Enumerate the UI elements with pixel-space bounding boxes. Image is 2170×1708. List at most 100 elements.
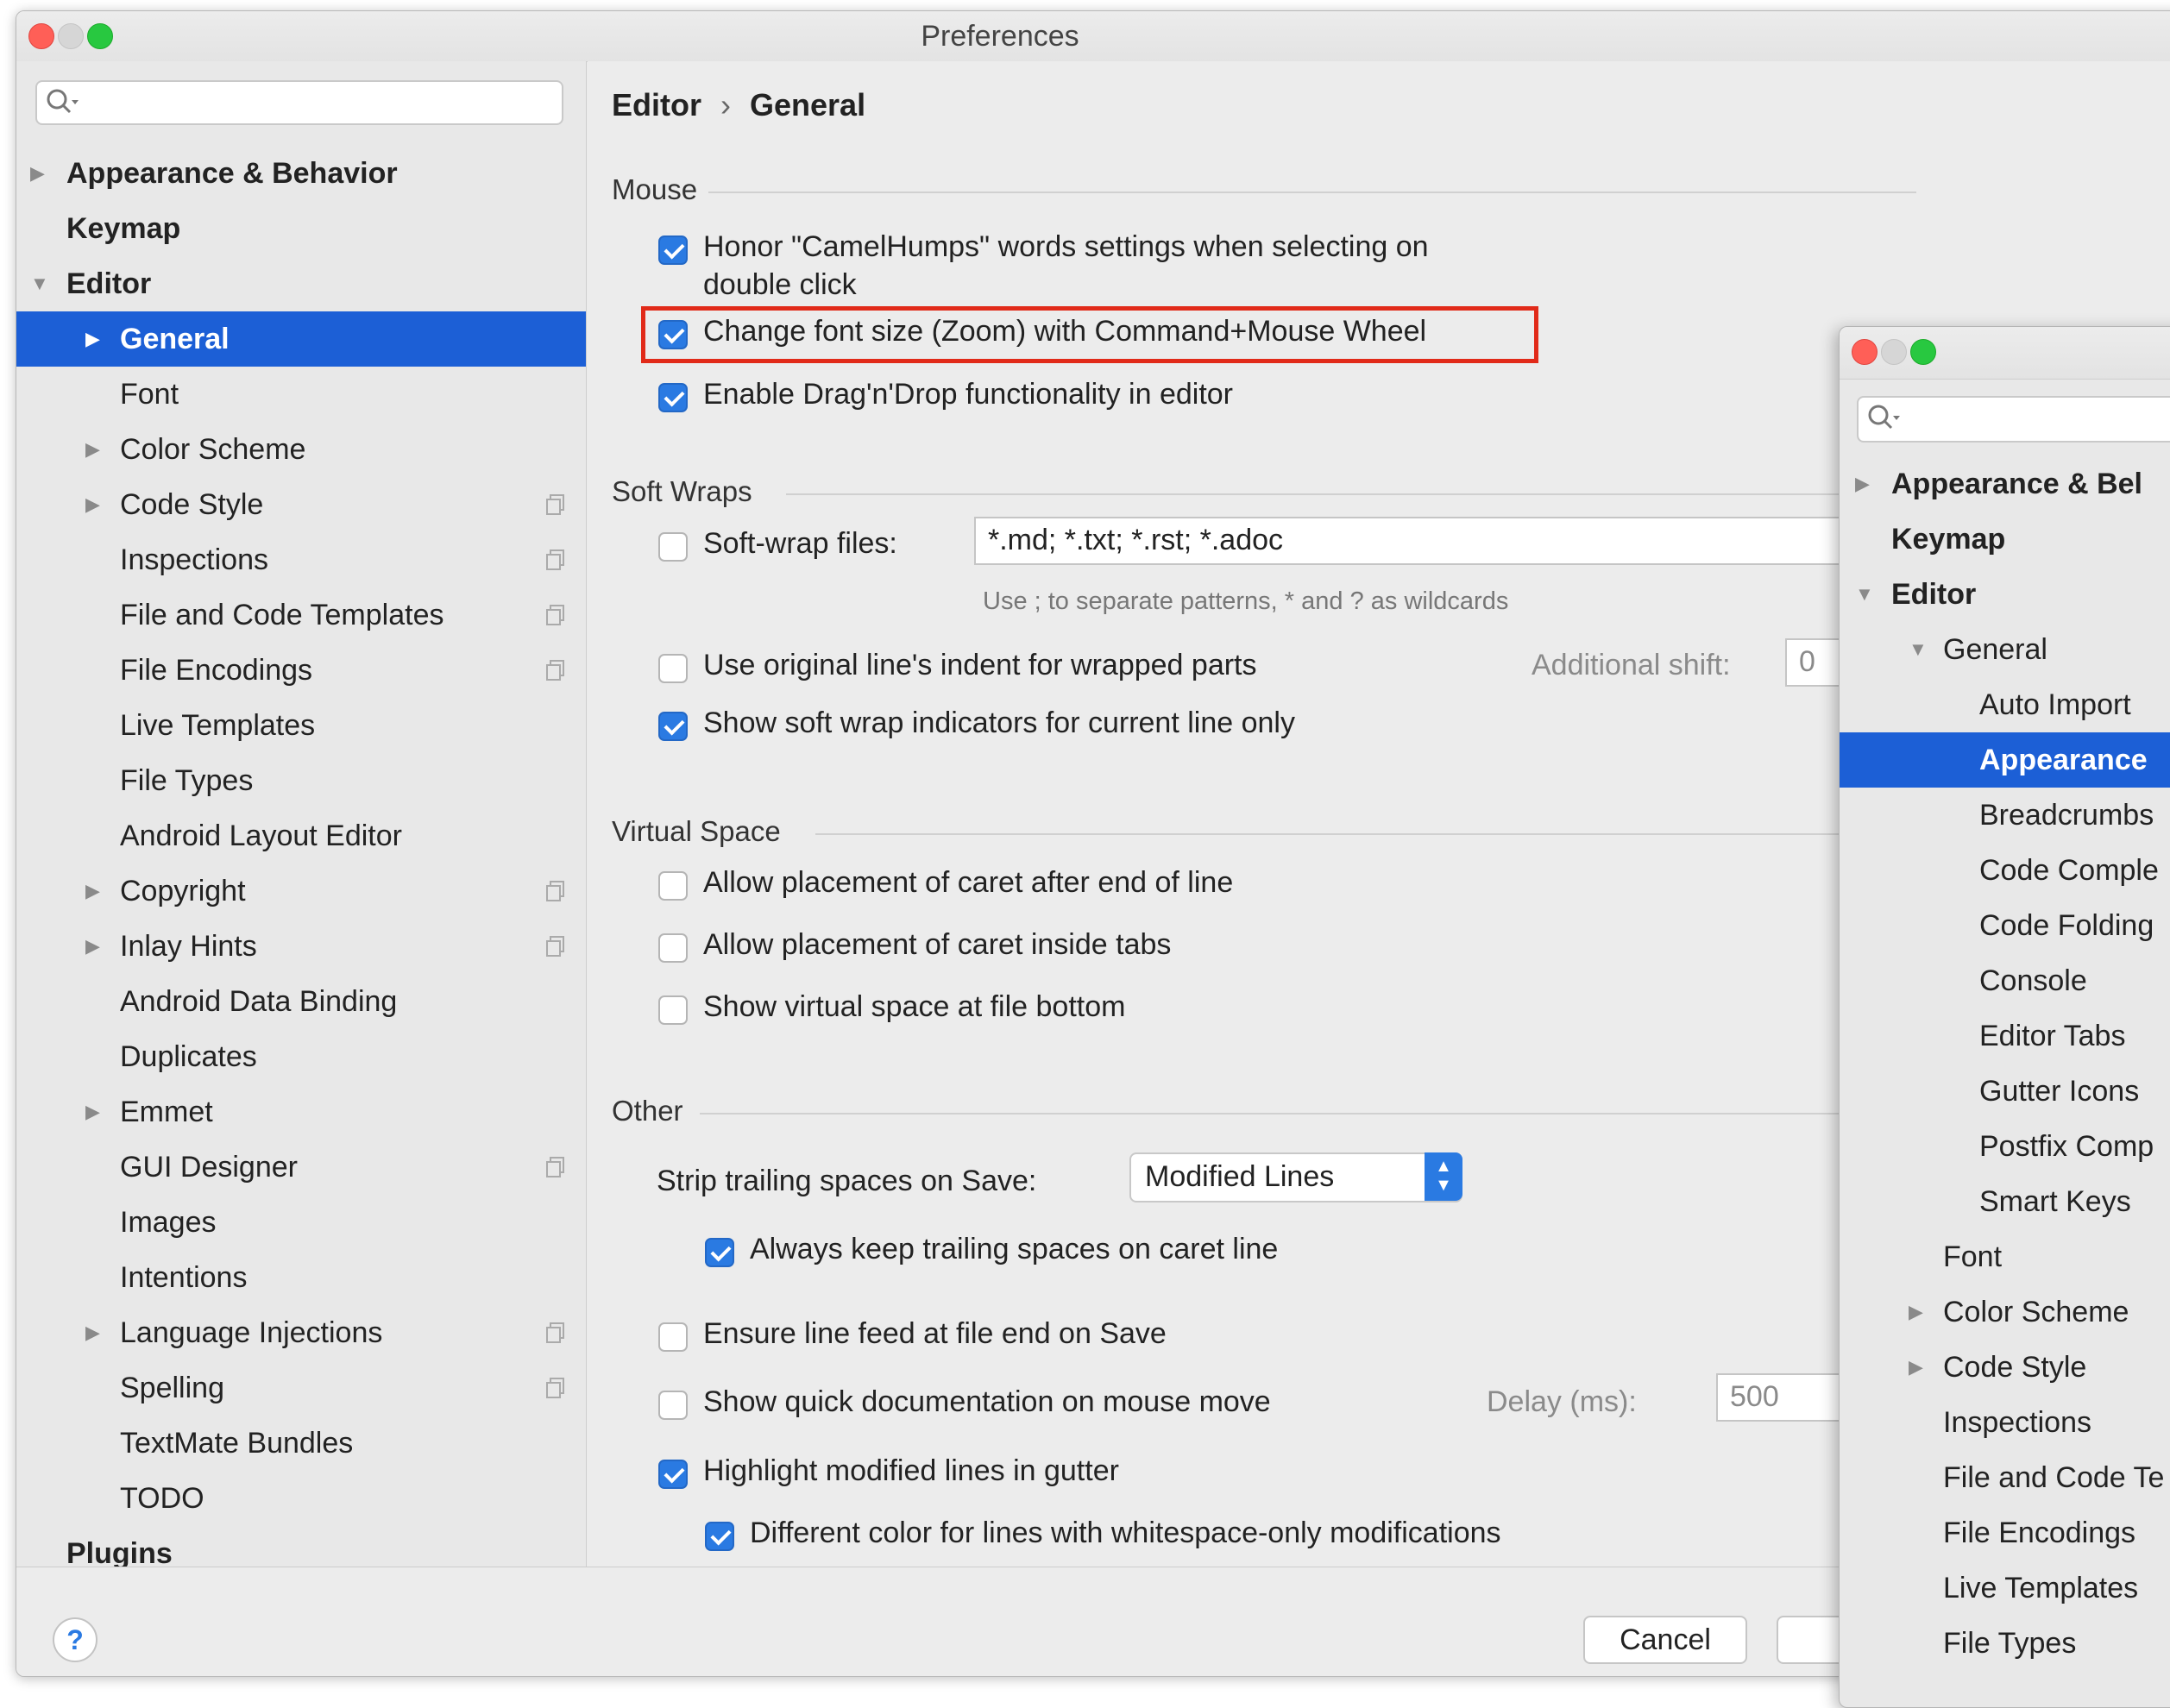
virtual-space-bottom-checkbox[interactable] — [658, 995, 688, 1025]
tree-item-file-code-templates[interactable]: File and Code Te — [1840, 1450, 2170, 1505]
cancel-button[interactable]: Cancel — [1583, 1616, 1747, 1664]
tree-item-font[interactable]: Font — [1840, 1229, 2170, 1284]
line-feed-checkbox[interactable] — [658, 1322, 688, 1352]
tree-item-file-types[interactable]: File Types — [16, 753, 586, 808]
tree-item-editor-tabs[interactable]: Editor Tabs — [1840, 1008, 2170, 1064]
search-icon — [47, 89, 79, 114]
caret-inside-tabs-checkbox[interactable] — [658, 933, 688, 963]
expand-arrow-icon[interactable]: ▶ — [85, 863, 100, 919]
expand-arrow-icon[interactable]: ▶ — [85, 477, 100, 532]
tree-item-todo[interactable]: TODO — [16, 1471, 586, 1526]
tree-item-spelling[interactable]: Spelling — [16, 1360, 586, 1416]
tree-item-live-templates[interactable]: Live Templates — [16, 698, 586, 753]
zoom-window-button[interactable] — [1910, 339, 1936, 365]
tree-item-postfix-completion[interactable]: Postfix Comp — [1840, 1119, 2170, 1174]
expand-arrow-icon[interactable]: ▶ — [85, 1084, 100, 1140]
select-stepper-icon[interactable]: ▲ ▼ — [1425, 1152, 1462, 1201]
tree-item-code-style[interactable]: ▶ Code Style — [1840, 1340, 2170, 1395]
collapse-arrow-icon[interactable]: ▼ — [1855, 567, 1874, 622]
tree-item-label: Console — [1979, 964, 2087, 997]
tree-item-inlay-hints[interactable]: ▶ Inlay Hints — [16, 919, 586, 974]
expand-arrow-icon[interactable]: ▶ — [85, 1305, 100, 1360]
quick-doc-checkbox[interactable] — [658, 1391, 688, 1420]
highlight-modified-checkbox[interactable] — [658, 1460, 688, 1489]
tree-item-font[interactable]: Font — [16, 367, 586, 422]
caret-after-eol-checkbox[interactable] — [658, 871, 688, 901]
dragdrop-checkbox[interactable] — [658, 383, 688, 412]
expand-arrow-icon[interactable]: ▶ — [1909, 1284, 1923, 1340]
tree-item-intentions[interactable]: Intentions — [16, 1250, 586, 1305]
original-indent-checkbox[interactable] — [658, 654, 688, 683]
tree-item-auto-import[interactable]: Auto Import — [1840, 677, 2170, 732]
tree-item-editor[interactable]: ▼ Editor — [1840, 567, 2170, 622]
tree-item-code-completion[interactable]: Code Comple — [1840, 843, 2170, 898]
tree-item-label: Live Templates — [1943, 1572, 2139, 1604]
tree-item-smart-keys[interactable]: Smart Keys — [1840, 1174, 2170, 1229]
softwrap-patterns-input[interactable]: *.md; *.txt; *.rst; *.adoc — [974, 517, 1923, 565]
expand-arrow-icon[interactable]: ▶ — [85, 311, 100, 367]
tree-item-textmate-bundles[interactable]: TextMate Bundles — [16, 1416, 586, 1471]
tree-item-appearance[interactable]: Appearance — [1840, 732, 2170, 788]
tree-item-color-scheme[interactable]: ▶ Color Scheme — [1840, 1284, 2170, 1340]
tree-item-file-encodings[interactable]: File Encodings — [16, 643, 586, 698]
tree-item-general[interactable]: ▼ General — [1840, 622, 2170, 677]
tree-item-live-templates[interactable]: Live Templates — [1840, 1560, 2170, 1616]
dragdrop-label: Enable Drag'n'Drop functionality in edit… — [703, 378, 1233, 411]
collapse-arrow-icon[interactable]: ▼ — [30, 256, 49, 311]
tree-item-color-scheme[interactable]: ▶ Color Scheme — [16, 422, 586, 477]
delay-input[interactable]: 500 — [1716, 1373, 1851, 1422]
tree-item-breadcrumbs[interactable]: Breadcrumbs — [1840, 788, 2170, 843]
tree-item-gui-designer[interactable]: GUI Designer — [16, 1140, 586, 1195]
tree-item-general[interactable]: ▶ General — [16, 311, 586, 367]
tree-item-appearance-behavior[interactable]: ▶ Appearance & Behavior — [16, 146, 586, 201]
tree-item-inspections[interactable]: Inspections — [1840, 1395, 2170, 1450]
expand-arrow-icon[interactable]: ▶ — [85, 422, 100, 477]
highlight-modified-label: Highlight modified lines in gutter — [703, 1454, 1119, 1487]
tree-item-language-injections[interactable]: ▶ Language Injections — [16, 1305, 586, 1360]
tree-item-keymap[interactable]: Keymap — [1840, 512, 2170, 567]
close-window-button[interactable] — [1852, 339, 1878, 365]
softwrap-files-checkbox[interactable] — [658, 532, 688, 562]
expand-arrow-icon[interactable]: ▶ — [30, 146, 45, 201]
expand-arrow-icon[interactable]: ▶ — [1909, 1340, 1923, 1395]
settings-search-input[interactable] — [1857, 396, 2170, 443]
settings-tree: ▶ Appearance & Behavior Keymap ▼ Editor … — [16, 146, 586, 1567]
tree-item-file-types[interactable]: File Types — [1840, 1616, 2170, 1671]
tree-item-label: Inlay Hints — [120, 930, 257, 963]
tree-item-android-data-binding[interactable]: Android Data Binding — [16, 974, 586, 1029]
breadcrumb-separator: › — [720, 87, 731, 122]
breadcrumb-parent[interactable]: Editor — [612, 87, 701, 122]
tree-item-code-style[interactable]: ▶ Code Style — [16, 477, 586, 532]
soft-wrap-indicators-checkbox[interactable] — [658, 712, 688, 741]
tree-item-label: Editor Tabs — [1979, 1020, 2126, 1052]
tree-item-inspections[interactable]: Inspections — [16, 532, 586, 587]
camelhumps-checkbox[interactable] — [658, 235, 688, 265]
tree-item-android-layout-editor[interactable]: Android Layout Editor — [16, 808, 586, 863]
tree-item-file-code-templates[interactable]: File and Code Templates — [16, 587, 586, 643]
help-button[interactable]: ? — [53, 1617, 97, 1662]
tree-item-duplicates[interactable]: Duplicates — [16, 1029, 586, 1084]
tree-item-emmet[interactable]: ▶ Emmet — [16, 1084, 586, 1140]
tree-item-file-encodings[interactable]: File Encodings — [1840, 1505, 2170, 1560]
expand-arrow-icon[interactable]: ▶ — [1855, 456, 1870, 512]
tree-item-console[interactable]: Console — [1840, 953, 2170, 1008]
tree-item-images[interactable]: Images — [16, 1195, 586, 1250]
strip-trailing-select[interactable]: Modified Lines ▲ ▼ — [1129, 1152, 1462, 1203]
tree-item-plugins[interactable]: Plugins — [16, 1526, 586, 1567]
minimize-window-button[interactable] — [1881, 339, 1907, 365]
tree-item-editor[interactable]: ▼ Editor — [16, 256, 586, 311]
tree-item-code-folding[interactable]: Code Folding — [1840, 898, 2170, 953]
tree-item-gutter-icons[interactable]: Gutter Icons — [1840, 1064, 2170, 1119]
zoom-checkbox[interactable] — [658, 320, 688, 349]
settings-search-input[interactable] — [35, 80, 563, 125]
whitespace-color-checkbox[interactable] — [705, 1522, 734, 1551]
tree-item-label: File and Code Templates — [120, 599, 444, 631]
tree-item-copyright[interactable]: ▶ Copyright — [16, 863, 586, 919]
tree-item-appearance-behavior[interactable]: ▶ Appearance & Bel — [1840, 456, 2170, 512]
tree-item-label: Images — [120, 1206, 217, 1239]
keep-trailing-checkbox[interactable] — [705, 1238, 734, 1267]
tree-item-keymap[interactable]: Keymap — [16, 201, 586, 256]
expand-arrow-icon[interactable]: ▶ — [85, 919, 100, 974]
collapse-arrow-icon[interactable]: ▼ — [1909, 622, 1928, 677]
project-settings-icon — [546, 1378, 564, 1398]
